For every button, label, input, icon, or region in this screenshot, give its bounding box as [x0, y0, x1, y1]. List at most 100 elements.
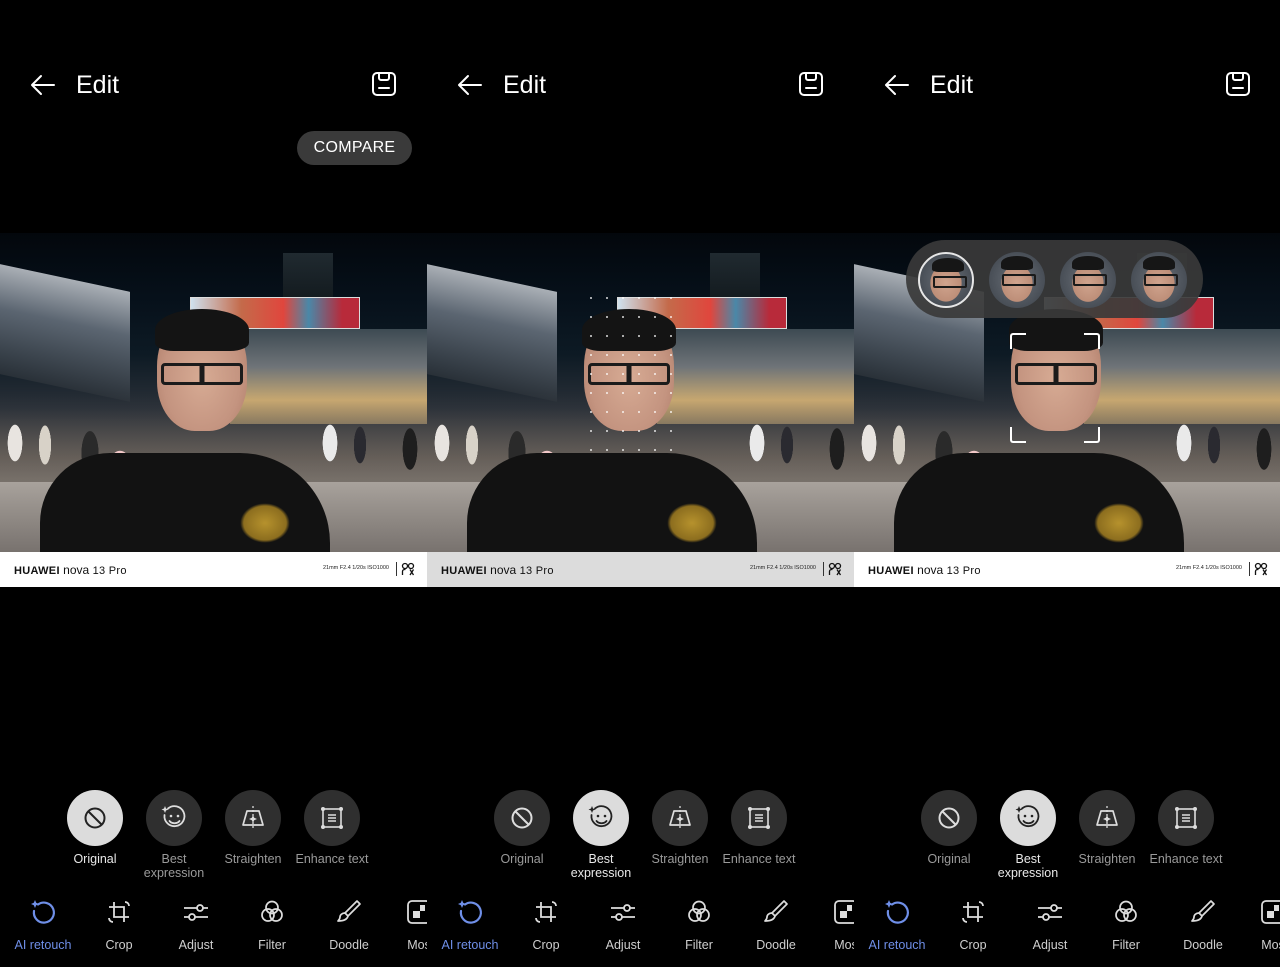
save-icon[interactable]: [797, 70, 825, 98]
option-original[interactable]: Original: [910, 790, 988, 866]
tool-crop[interactable]: Crop: [508, 898, 584, 952]
straighten-icon: [669, 806, 691, 830]
tool-label: Mos: [834, 938, 854, 952]
face-candidate-3[interactable]: [1060, 252, 1116, 308]
prohibited-icon: [938, 807, 960, 829]
landmark-dot: [638, 430, 640, 432]
compare-button[interactable]: COMPARE: [297, 131, 412, 165]
option-label: Enhance text: [722, 852, 796, 866]
tool-label: Mos: [407, 938, 427, 952]
option-straighten[interactable]: Straighten: [1068, 790, 1146, 866]
tool-adjust[interactable]: Adjust: [585, 898, 661, 952]
option-enhance-text[interactable]: Enhance text: [293, 790, 371, 866]
back-arrow-icon[interactable]: [28, 70, 58, 100]
tool-label: Doodle: [1183, 938, 1223, 952]
photo-preview: [0, 233, 427, 552]
bottom-toolbar: AI retouch Crop Adjust Filter Doodle Mos: [427, 898, 854, 958]
landmark-dot: [654, 373, 656, 375]
mosaic-icon: [1261, 900, 1280, 924]
photo-watermark: HUAWEI nova 13 Pro 21mm F2.4 1/20s ISO10…: [854, 552, 1280, 587]
tool-ai-retouch[interactable]: AI retouch: [859, 898, 935, 952]
option-best-expression[interactable]: Best expression: [562, 790, 640, 880]
tool-label: AI retouch: [441, 938, 499, 952]
landmark-dot: [670, 449, 672, 451]
tool-filter[interactable]: Filter: [1088, 898, 1164, 952]
landmark-dot: [590, 354, 592, 356]
tool-doodle[interactable]: Doodle: [738, 898, 814, 952]
landmark-dot: [670, 430, 672, 432]
landmark-dot: [606, 335, 608, 337]
face-selection-frame[interactable]: [1010, 333, 1100, 443]
option-enhance-text[interactable]: Enhance text: [720, 790, 798, 866]
back-arrow-icon[interactable]: [882, 70, 912, 100]
landmark-dot: [606, 449, 608, 451]
landmark-dot: [670, 411, 672, 413]
option-original[interactable]: Original: [483, 790, 561, 866]
tool-doodle[interactable]: Doodle: [1165, 898, 1241, 952]
sparkle-smiley-icon: [1015, 805, 1040, 827]
option-label: Best expression: [143, 852, 205, 880]
landmark-dot: [670, 392, 672, 394]
landmark-dot: [622, 354, 624, 356]
tool-crop[interactable]: Crop: [935, 898, 1011, 952]
tool-filter[interactable]: Filter: [234, 898, 310, 952]
landmark-dot: [654, 297, 656, 299]
tool-mosaic[interactable]: Mos: [1235, 898, 1280, 952]
ai-retouch-options: Original Best expression Straighten Enha…: [910, 790, 1240, 890]
option-original[interactable]: Original: [56, 790, 134, 866]
tool-label: Adjust: [1032, 938, 1068, 952]
save-icon[interactable]: [1224, 70, 1252, 98]
crop-icon: [962, 901, 984, 923]
divider: [396, 562, 397, 576]
tool-crop[interactable]: Crop: [81, 898, 157, 952]
background-building: [0, 264, 130, 402]
landmark-dot: [606, 297, 608, 299]
option-best-expression[interactable]: Best expression: [135, 790, 213, 880]
brush-icon: [1191, 900, 1215, 922]
face-candidate-4[interactable]: [1131, 252, 1187, 308]
bottom-toolbar: AI retouch Crop Adjust Filter Doodle Mos: [0, 898, 427, 958]
landmark-dot: [654, 335, 656, 337]
face-candidate-1[interactable]: [918, 252, 974, 308]
option-straighten[interactable]: Straighten: [214, 790, 292, 866]
option-straighten[interactable]: Straighten: [641, 790, 719, 866]
face-landmark-dots: [582, 293, 682, 463]
mosaic-icon: [407, 900, 427, 924]
header: Edit: [0, 60, 427, 110]
photo-preview: [427, 233, 854, 552]
tool-mosaic[interactable]: Mos: [381, 898, 427, 952]
option-label: Straighten: [1078, 852, 1136, 866]
tool-ai-retouch[interactable]: AI retouch: [432, 898, 508, 952]
option-enhance-text[interactable]: Enhance text: [1147, 790, 1225, 866]
face-candidate-picker: [906, 240, 1203, 318]
exif-info: 21mm F2.4 1/20s ISO1000: [322, 565, 389, 571]
tool-adjust[interactable]: Adjust: [158, 898, 234, 952]
divider: [1249, 562, 1250, 576]
landmark-dot: [638, 373, 640, 375]
landmark-dot: [654, 316, 656, 318]
tool-mosaic[interactable]: Mos: [808, 898, 854, 952]
landmark-dot: [606, 373, 608, 375]
bottom-toolbar: AI retouch Crop Adjust Filter Doodle Mos: [854, 898, 1280, 958]
landmark-dot: [670, 335, 672, 337]
tool-doodle[interactable]: Doodle: [311, 898, 387, 952]
landmark-dot: [590, 335, 592, 337]
ai-retouch-icon: [458, 900, 482, 924]
landmark-dot: [606, 316, 608, 318]
landmark-dot: [590, 297, 592, 299]
save-icon[interactable]: [370, 70, 398, 98]
back-arrow-icon[interactable]: [455, 70, 485, 100]
brand-label: HUAWEI nova 13 Pro: [441, 563, 554, 577]
ai-retouch-icon: [31, 900, 55, 924]
tool-ai-retouch[interactable]: AI retouch: [5, 898, 81, 952]
filter-circles-icon: [261, 900, 283, 922]
exif-info: 21mm F2.4 1/20s ISO1000: [1175, 565, 1242, 571]
landmark-dot: [654, 392, 656, 394]
face-candidate-2[interactable]: [989, 252, 1045, 308]
landmark-dot: [606, 411, 608, 413]
option-best-expression[interactable]: Best expression: [989, 790, 1067, 880]
document-frame-icon: [321, 807, 343, 829]
tool-adjust[interactable]: Adjust: [1012, 898, 1088, 952]
landmark-dot: [622, 392, 624, 394]
tool-filter[interactable]: Filter: [661, 898, 737, 952]
